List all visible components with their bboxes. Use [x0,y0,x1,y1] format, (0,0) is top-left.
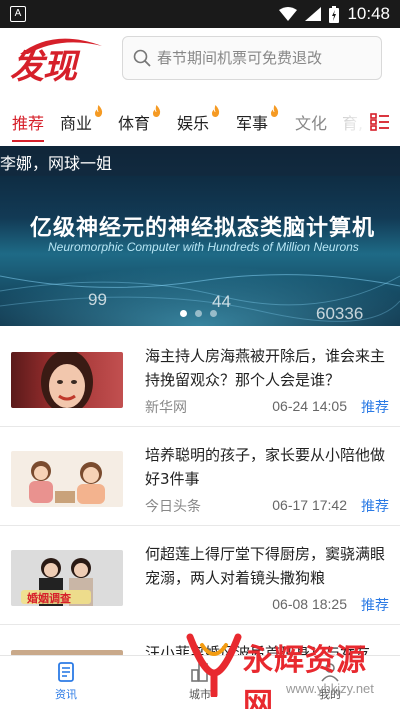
tab-label: 文化 [295,114,328,133]
news-list-item[interactable]: 婚姻调查 何超莲上得厅堂下得厨房，窦骁满眼宠溺，两人对着镜头撒狗粮 06-08 … [0,527,400,625]
tab-military[interactable]: 军事 [236,105,279,134]
banner-caption: 李娜，网球一姐 [0,154,113,173]
news-tag[interactable]: 推荐 [361,496,389,516]
carousel-dot[interactable] [210,310,217,317]
news-tag[interactable]: 推荐 [361,595,389,615]
signal-icon [305,7,322,21]
cartoon-illustration [29,461,105,504]
news-date: 06-17 17:42 [272,497,347,513]
system-tray: 10:48 [279,4,390,24]
app-logo[interactable]: 发现 [10,34,102,86]
carousel-dot[interactable] [180,310,187,317]
battery-icon [329,5,340,23]
app-header: 发现 [0,28,400,90]
app-notification-icon: A [10,6,26,22]
carousel-indicator [180,310,217,317]
status-bar: A 10:48 [0,0,400,28]
logo-text: 发现 [10,49,77,86]
channel-menu-icon[interactable] [370,113,390,131]
tab-recommend[interactable]: 推荐 [12,110,45,142]
tab-label: 军事 [236,114,269,133]
category-tabs: 推荐 商业 体育 娱乐 军事 文化 育, [0,102,400,142]
nav-label: 资讯 [55,688,77,701]
search-icon [133,49,151,67]
banner-number: 99 [88,290,107,309]
news-source: 新华网 [145,400,187,416]
news-date: 06-08 18:25 [272,596,347,612]
banner-subline: Neuromorphic Computer with Hundreds of M… [48,240,359,254]
news-list-item[interactable]: 海主持人房海燕被开除后，谁会来主持挽留观众？那个人会是谁？ 新华网 06-24 … [0,329,400,427]
fire-icon [95,105,103,117]
tab-business[interactable]: 商业 [60,105,103,134]
nav-news[interactable]: 资讯 [36,662,96,702]
news-date: 06-24 14:05 [272,398,347,414]
fire-icon [271,105,279,117]
tab-label: 娱乐 [177,114,210,133]
banner-headline: 亿级神经元的神经拟态类脑计算机 [30,216,376,241]
news-thumbnail [11,352,123,408]
banner-number: 44 [212,292,231,311]
wifi-icon [279,7,298,21]
news-tag[interactable]: 推荐 [361,397,389,417]
news-list-item[interactable]: 培养聪明的孩子，家长要从小陪他做好3件事 今日头条 06-17 17:42 推荐 [0,428,400,526]
news-thumbnail: 婚姻调查 [11,550,123,606]
search-box[interactable] [122,36,382,80]
tab-sports[interactable]: 体育 [118,105,161,134]
news-source: 今日头条 [145,499,201,515]
tab-culture[interactable]: 文化 [295,110,327,134]
watermark-url: www.yhkjzy.net [286,681,374,696]
tab-label: 推荐 [12,114,45,133]
banner-number: 60336 [316,304,364,323]
clock: 10:48 [347,4,390,23]
tab-label: 商业 [60,114,93,133]
news-title: 培养聪明的孩子，家长要从小陪他做好3件事 [145,446,386,488]
thumbnail-caption: 婚姻调查 [27,592,71,605]
news-title: 何超莲上得厅堂下得厨房，窦骁满眼宠溺，两人对着镜头撒狗粮 [145,545,386,587]
watermark-text: 永辉资源网 [243,643,367,709]
tab-entertainment[interactable]: 娱乐 [177,105,220,134]
news-icon [58,662,74,682]
fire-icon [212,105,220,117]
watermark: 永辉资源网 www.yhkjzy.net [186,633,396,709]
search-input[interactable] [157,49,367,67]
portrait-image [41,352,93,408]
banner-carousel[interactable]: 李娜，网球一姐 亿级神经元的神经拟态类脑计算机 Neuromorphic Com… [0,146,400,326]
carousel-dot[interactable] [195,310,202,317]
tab-fade [330,102,370,142]
watermark-logo [186,633,242,697]
fire-icon [153,105,161,117]
tab-label: 体育 [118,114,151,133]
news-thumbnail [11,451,123,507]
news-title: 海主持人房海燕被开除后，谁会来主持挽留观众？那个人会是谁？ [145,347,386,389]
